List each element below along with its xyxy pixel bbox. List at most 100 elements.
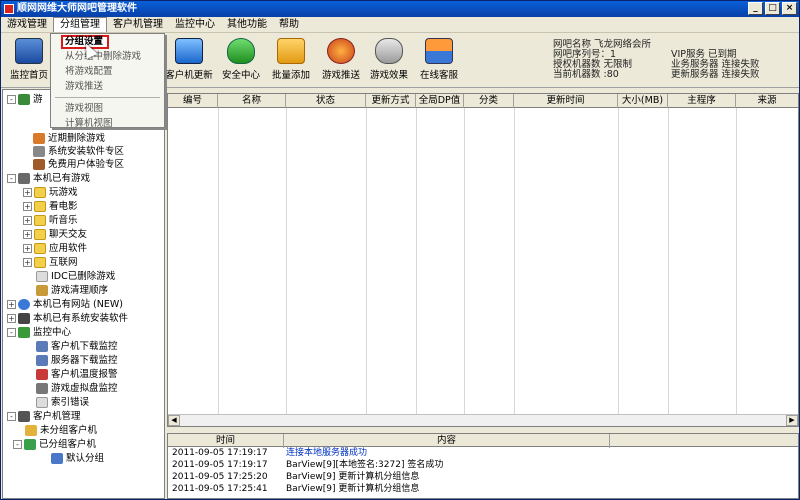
minimize-button[interactable]: _ (748, 2, 763, 15)
menu-separator (55, 97, 160, 98)
security-center-button[interactable]: 安全中心 (213, 36, 269, 86)
app-icon (4, 4, 14, 14)
tree-node-cleanup-order[interactable]: 游戏清理顺序 (36, 284, 108, 297)
server-icon (36, 355, 48, 366)
tree-node-client-management[interactable]: - 客户机管理 (7, 410, 81, 423)
tree-node-chat[interactable]: + 聊天交友 (23, 228, 87, 241)
tree-node-grouped-clients[interactable]: - 已分组客户机 (13, 438, 96, 451)
tree-node-local-system-software[interactable]: + 本机已有系统安装软件 (7, 312, 128, 325)
menu-client-management[interactable]: 客户机管理 (107, 17, 169, 32)
close-button[interactable]: × (782, 2, 797, 15)
navigation-tree: -游 近期删除游戏 系统安装软件专区 免费用户体验专区 - 本机已有游戏 + 玩游戏… (2, 89, 165, 499)
expand-icon[interactable]: + (7, 300, 16, 309)
menu-item-computer-view[interactable]: 计算机视图 (51, 116, 164, 131)
tree-node-default-group[interactable]: 默认分组 (51, 452, 104, 465)
tree-node-temperature-alarm[interactable]: 客户机温度报警 (36, 368, 118, 381)
window-title: 顺网网维大师网吧管理软件 (17, 3, 137, 14)
tree-node-client-download[interactable]: 客户机下载监控 (36, 340, 118, 353)
grid-line (416, 108, 417, 414)
expand-icon[interactable]: + (23, 230, 32, 239)
horizontal-scrollbar[interactable]: ◀ ▶ (168, 414, 798, 426)
grid-line (618, 108, 619, 414)
computer-icon (18, 411, 30, 422)
menu-monitor-center[interactable]: 监控中心 (169, 17, 221, 32)
menu-game-management[interactable]: 游戏管理 (1, 17, 53, 32)
app-window: 顺网网维大师网吧管理软件 _ □ × 游戏管理 分组管理 客户机管理 监控中心 … (0, 0, 800, 500)
online-support-button[interactable]: 在线客服 (411, 36, 467, 86)
expand-icon[interactable]: + (7, 314, 16, 323)
tree-node-apps[interactable]: + 应用软件 (23, 242, 87, 255)
computer-icon (51, 453, 63, 464)
client-update-button[interactable]: 客户机更新 (161, 36, 217, 86)
tree-node-system-software[interactable]: 系统安装软件专区 (33, 145, 124, 158)
tree-node-recent-deleted[interactable]: 近期删除游戏 (33, 132, 105, 145)
folder-icon (34, 229, 46, 240)
scroll-right-icon[interactable]: ▶ (786, 415, 798, 426)
col-update-mode[interactable]: 更新方式 (366, 94, 416, 108)
collapse-icon[interactable]: - (7, 328, 16, 337)
menu-group-management[interactable]: 分组管理 (53, 17, 107, 32)
tree-node-index-error[interactable]: 索引错误 (36, 396, 89, 409)
log-row[interactable]: 2011-09-05 17:25:41 BarView[9] 更新计算机分组信息 (168, 483, 798, 495)
computer-icon (24, 439, 36, 450)
shield-icon (227, 38, 255, 64)
col-main-program[interactable]: 主程序 (668, 94, 736, 108)
collapse-icon[interactable]: - (7, 95, 16, 104)
expand-icon[interactable]: + (23, 244, 32, 253)
log-row[interactable]: 2011-09-05 17:19:17 连接本地服务器成功 (168, 447, 798, 459)
globe-icon (18, 299, 30, 310)
folder-icon (34, 215, 46, 226)
col-source[interactable]: 来源 (736, 94, 798, 108)
menu-item-remove-game-from-group[interactable]: 从分组中删除游戏 (51, 49, 164, 64)
col-name[interactable]: 名称 (218, 94, 286, 108)
batch-add-button[interactable]: 批量添加 (263, 36, 319, 86)
tree-node-play-games[interactable]: + 玩游戏 (23, 186, 78, 199)
col-size[interactable]: 大小(MB) (618, 94, 668, 108)
person-icon (33, 133, 45, 144)
tree-node-movies[interactable]: + 看电影 (23, 200, 78, 213)
log-col-content: 内容 (284, 434, 610, 448)
menu-item-game-config[interactable]: 将游戏配置 (51, 64, 164, 79)
current-machine-count: 当前机器数 :80 (553, 69, 619, 80)
log-row[interactable]: 2011-09-05 17:19:17 BarView[9][本地签名:3272]… (168, 459, 798, 471)
log-col-time: 时间 (168, 434, 284, 448)
download-icon (36, 341, 48, 352)
tree-node-local-games[interactable]: - 本机已有游戏 (7, 172, 90, 185)
tree-node-idc-deleted[interactable]: IDC已删除游戏 (36, 270, 115, 283)
col-category[interactable]: 分类 (464, 94, 514, 108)
col-global-dp[interactable]: 全局DP值 (416, 94, 464, 108)
tree-node-monitor-center[interactable]: - 监控中心 (7, 326, 71, 339)
collapse-icon[interactable]: - (7, 412, 16, 421)
col-update-time[interactable]: 更新时间 (514, 94, 618, 108)
menu-item-game-push[interactable]: 游戏推送 (51, 79, 164, 94)
menu-item-game-view[interactable]: 游戏视图 (51, 101, 164, 116)
tree-node-virtual-disk[interactable]: 游戏虚拟盘监控 (36, 382, 118, 395)
tree-node-server-download[interactable]: 服务器下载监控 (36, 354, 118, 367)
tree-node-root[interactable]: -游 (7, 93, 43, 106)
col-id[interactable]: 编号 (168, 94, 218, 108)
tree-node-free-trial[interactable]: 免费用户体验专区 (33, 158, 124, 171)
computer-icon (18, 313, 30, 324)
col-status[interactable]: 状态 (286, 94, 366, 108)
collapse-icon[interactable]: - (13, 440, 22, 449)
menu-bar: 游戏管理 分组管理 客户机管理 监控中心 其他功能 帮助 (1, 17, 799, 33)
maximize-button[interactable]: □ (765, 2, 780, 15)
monitor-refresh-icon (175, 38, 203, 64)
scroll-left-icon[interactable]: ◀ (168, 415, 180, 426)
tree-node-music[interactable]: + 听音乐 (23, 214, 78, 227)
group-management-menu: 分组设置 从分组中删除游戏 将游戏配置 游戏推送 游戏视图 计算机视图 (50, 33, 165, 131)
expand-icon[interactable]: + (23, 216, 32, 225)
log-row[interactable]: 2011-09-05 17:25:20 BarView[9] 更新计算机分组信息 (168, 471, 798, 483)
menu-help[interactable]: 帮助 (273, 17, 305, 32)
expand-icon[interactable]: + (23, 202, 32, 211)
tree-node-local-websites[interactable]: + 本机已有网站 (NEW) (7, 298, 123, 311)
collapse-icon[interactable]: - (7, 174, 16, 183)
tree-node-ungrouped-clients[interactable]: 未分组客户机 (25, 424, 97, 437)
expand-icon[interactable]: + (23, 258, 32, 267)
game-effect-button[interactable]: 游戏效果 (361, 36, 417, 86)
tree-node-internet[interactable]: + 互联网 (23, 256, 78, 269)
grid-line (736, 108, 737, 414)
monitor-home-button[interactable]: 监控首页 (1, 36, 57, 86)
expand-icon[interactable]: + (23, 188, 32, 197)
menu-other-functions[interactable]: 其他功能 (221, 17, 273, 32)
